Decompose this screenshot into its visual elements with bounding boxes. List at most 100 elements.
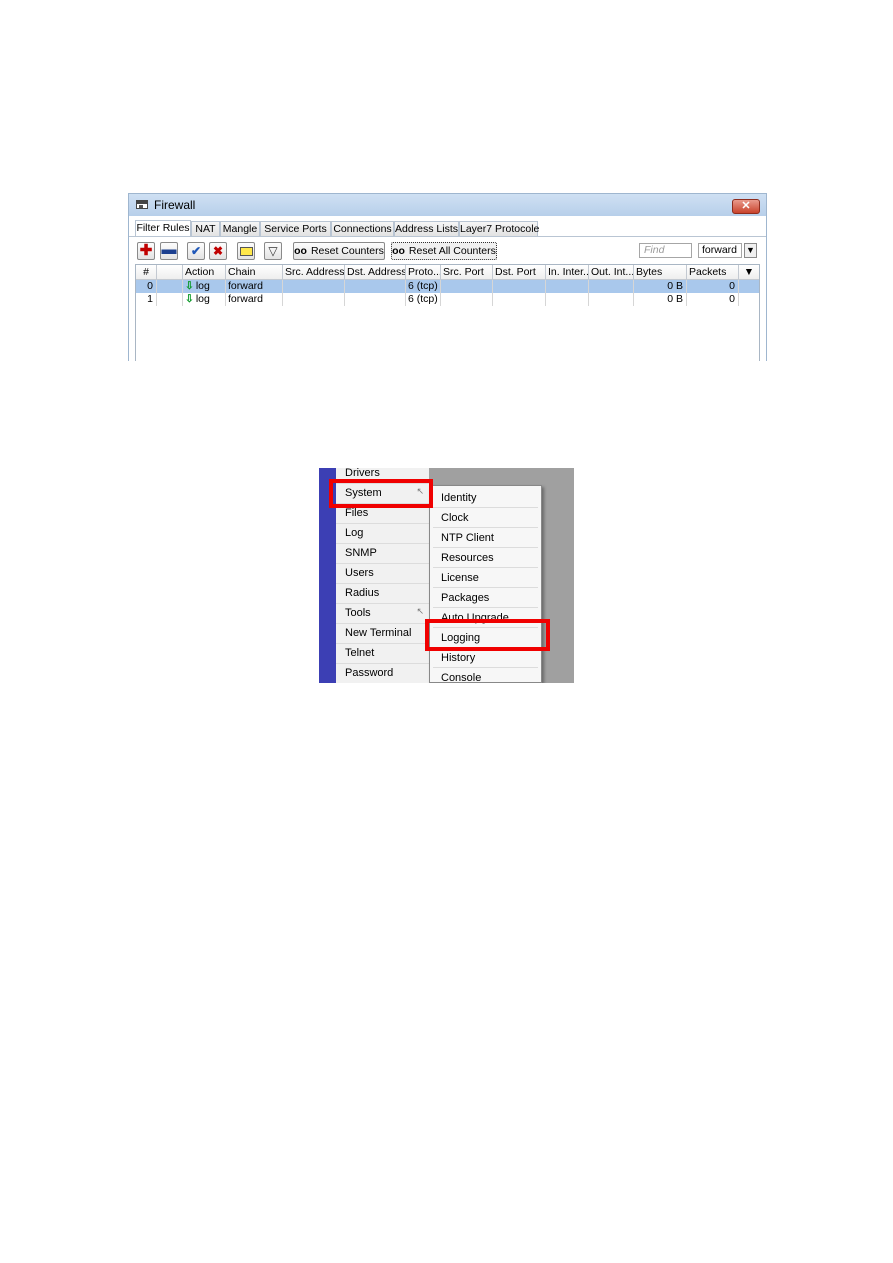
menu-item-password[interactable]: Password xyxy=(336,664,429,683)
column-header-dst-address[interactable]: Dst. Address xyxy=(345,265,406,280)
funnel-icon: ▽ xyxy=(268,244,278,258)
system-submenu: Identity Clock NTP Client Resources Lice… xyxy=(429,485,542,683)
column-header-in-interface[interactable]: In. Inter... xyxy=(546,265,589,280)
menu-item-tools[interactable]: Tools ↖ xyxy=(336,604,429,624)
row-chain: forward xyxy=(226,280,283,293)
row-flags xyxy=(157,280,183,293)
submenu-item-label: Packages xyxy=(441,592,490,604)
tab-divider xyxy=(129,236,766,237)
submenu-item-label: NTP Client xyxy=(441,532,494,544)
table-row[interactable]: 1 ⇩ log forward 6 (tcp) 0 B 0 xyxy=(136,293,759,306)
row-in-interface xyxy=(546,293,589,306)
submenu-item-label: History xyxy=(441,652,476,664)
submenu-item-license[interactable]: License xyxy=(433,568,538,588)
filter-button[interactable]: ▽ xyxy=(264,242,282,260)
column-header-packets[interactable]: Packets xyxy=(687,265,739,280)
row-in-interface xyxy=(546,280,589,293)
counter-icon: oo xyxy=(294,245,307,257)
row-out-interface xyxy=(589,280,634,293)
menu-item-snmp[interactable]: SNMP xyxy=(336,544,429,564)
firewall-window: Firewall ✕ Filter Rules NAT Mangle Servi… xyxy=(128,193,767,361)
row-out-interface xyxy=(589,293,634,306)
column-header-out-interface[interactable]: Out. Int... xyxy=(589,265,634,280)
table-row[interactable]: 0 ⇩ log forward 6 (tcp) 0 B 0 xyxy=(136,280,759,293)
find-input[interactable]: Find xyxy=(639,243,692,258)
reset-counters-button[interactable]: oo Reset Counters xyxy=(293,242,385,260)
row-dst-address xyxy=(345,293,406,306)
column-header-bytes[interactable]: Bytes xyxy=(634,265,687,280)
menu-item-label: Telnet xyxy=(345,647,375,659)
remove-button[interactable]: ▬ xyxy=(160,242,178,260)
column-header-dst-port[interactable]: Dst. Port xyxy=(493,265,546,280)
plus-icon: ✚ xyxy=(139,242,153,259)
column-header-number[interactable]: # xyxy=(136,265,157,280)
submenu-item-identity[interactable]: Identity xyxy=(433,488,538,508)
row-number: 0 xyxy=(136,280,157,293)
chain-filter-select[interactable]: forward xyxy=(698,243,742,258)
row-dst-address xyxy=(345,280,406,293)
window-icon xyxy=(136,200,148,209)
enable-button[interactable]: ✔ xyxy=(187,242,205,260)
submenu-item-resources[interactable]: Resources xyxy=(433,548,538,568)
note-icon xyxy=(239,247,253,256)
menu-item-label: Log xyxy=(345,527,364,539)
row-bytes: 0 B xyxy=(634,293,687,306)
column-header-flags[interactable] xyxy=(157,265,183,280)
column-header-action[interactable]: Action xyxy=(183,265,226,280)
submenu-item-label: Resources xyxy=(441,552,494,564)
comment-button[interactable] xyxy=(237,242,255,260)
row-dst-port xyxy=(493,293,546,306)
menu-item-label: Users xyxy=(345,567,374,579)
column-header-src-port[interactable]: Src. Port xyxy=(441,265,493,280)
tab-connections[interactable]: Connections xyxy=(331,221,394,236)
minus-icon: ▬ xyxy=(161,241,177,258)
submenu-item-packages[interactable]: Packages xyxy=(433,588,538,608)
close-button[interactable]: ✕ xyxy=(732,199,760,214)
menu-item-users[interactable]: Users xyxy=(336,564,429,584)
menu-item-label: Drivers xyxy=(345,468,380,479)
check-icon: ✔ xyxy=(190,244,202,258)
tab-nat[interactable]: NAT xyxy=(191,221,220,236)
row-protocol: 6 (tcp) xyxy=(406,280,441,293)
menu-item-log[interactable]: Log xyxy=(336,524,429,544)
submenu-arrow-icon: ↖ xyxy=(416,606,424,616)
row-packets: 0 xyxy=(687,280,739,293)
highlight-box-logging xyxy=(425,619,550,651)
column-header-protocol[interactable]: Proto... xyxy=(406,265,441,280)
column-header-chain[interactable]: Chain xyxy=(226,265,283,280)
row-action: ⇩ log xyxy=(183,293,226,306)
add-button[interactable]: ✚ xyxy=(137,242,155,260)
menu-item-label: Tools xyxy=(345,607,371,619)
tab-address-lists[interactable]: Address Lists xyxy=(394,221,459,236)
row-packets: 0 xyxy=(687,293,739,306)
column-header-src-address[interactable]: Src. Address xyxy=(283,265,345,280)
title-bar[interactable]: Firewall ✕ xyxy=(129,194,766,216)
menu-item-radius[interactable]: Radius xyxy=(336,584,429,604)
filter-rules-table: # Action Chain Src. Address Dst. Address… xyxy=(135,264,760,361)
reset-counters-label: Reset Counters xyxy=(310,245,384,257)
menu-item-label: Files xyxy=(345,507,369,519)
chain-filter-dropdown-button[interactable]: ▼ xyxy=(744,243,757,258)
tab-mangle[interactable]: Mangle xyxy=(220,221,260,236)
menu-item-telnet[interactable]: Telnet xyxy=(336,644,429,664)
columns-menu-button[interactable]: ▼ xyxy=(739,265,759,280)
submenu-item-ntp-client[interactable]: NTP Client xyxy=(433,528,538,548)
row-flags xyxy=(157,293,183,306)
winbox-menu-screenshot: Drivers System ↖ Files Log SNMP Users Rad… xyxy=(319,468,574,683)
tab-layer7-protocols[interactable]: Layer7 Protocole xyxy=(459,221,539,236)
menu-item-label: Password xyxy=(345,667,394,679)
row-action: ⇩ log xyxy=(183,280,226,293)
menu-item-new-terminal[interactable]: New Terminal xyxy=(336,624,429,644)
submenu-item-label: Clock xyxy=(441,512,469,524)
reset-all-counters-button[interactable]: oo Reset All Counters xyxy=(391,242,497,260)
submenu-item-history[interactable]: History xyxy=(433,648,538,668)
chevron-down-icon: ▼ xyxy=(743,266,755,278)
x-icon: ✖ xyxy=(212,244,224,258)
submenu-item-console[interactable]: Console xyxy=(433,668,538,683)
disable-button[interactable]: ✖ xyxy=(209,242,227,260)
row-protocol: 6 (tcp) xyxy=(406,293,441,306)
tab-filter-rules[interactable]: Filter Rules xyxy=(135,220,191,237)
tab-service-ports[interactable]: Service Ports xyxy=(260,221,331,236)
row-action-label: log xyxy=(195,293,210,305)
submenu-item-clock[interactable]: Clock xyxy=(433,508,538,528)
